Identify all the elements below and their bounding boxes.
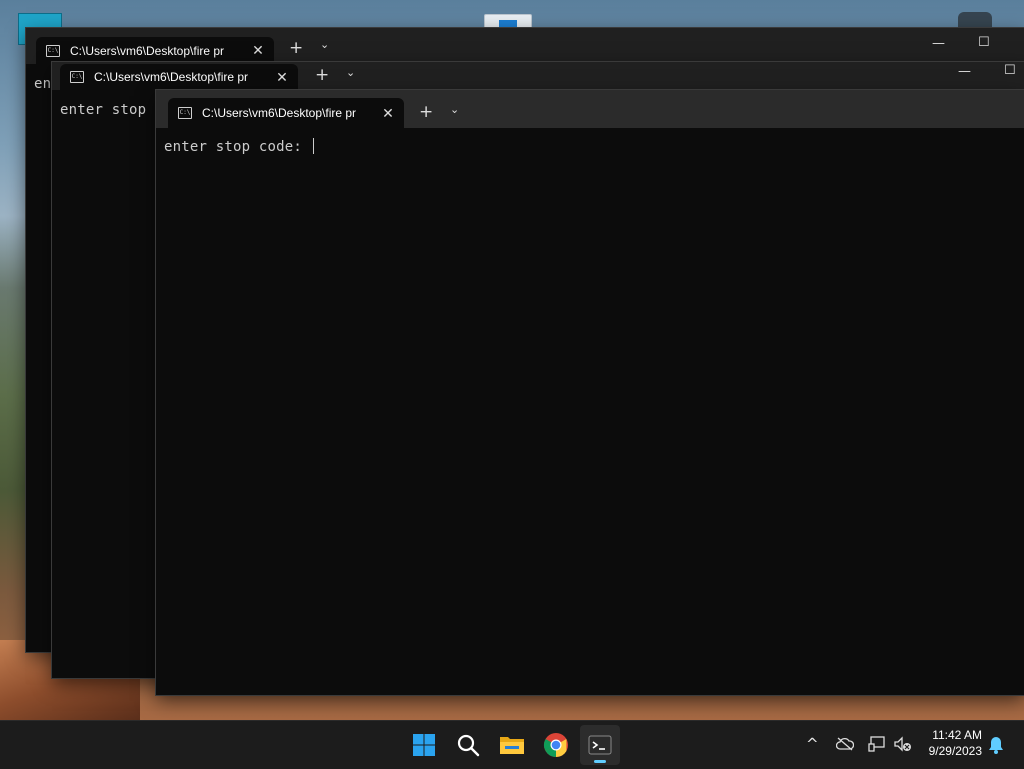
- clock[interactable]: 11:42 AM 9/29/2023: [929, 727, 982, 759]
- terminal-output[interactable]: enter stop: [60, 102, 146, 118]
- onedrive-offline-icon[interactable]: [836, 737, 854, 751]
- maximize-button[interactable]: ☐: [1004, 63, 1016, 78]
- tab[interactable]: C:\ C:\Users\vm6\Desktop\fire pr ✕: [36, 37, 274, 64]
- minimize-button[interactable]: —: [958, 64, 971, 79]
- network-icon[interactable]: [868, 736, 886, 752]
- file-explorer-icon: [500, 737, 524, 754]
- start-button[interactable]: [404, 725, 444, 765]
- tab[interactable]: C:\ C:\Users\vm6\Desktop\fire pr ✕: [60, 64, 298, 90]
- clock-date: 9/29/2023: [928, 744, 982, 758]
- tab-dropdown-button[interactable]: ⌄: [320, 38, 329, 51]
- close-icon[interactable]: ✕: [272, 69, 292, 86]
- show-hidden-icons-button[interactable]: ^: [806, 735, 819, 753]
- new-tab-button[interactable]: +: [289, 38, 303, 58]
- close-icon[interactable]: ✕: [248, 42, 268, 59]
- active-app-indicator: [594, 760, 606, 763]
- tab-title: C:\Users\vm6\Desktop\fire pr: [202, 106, 357, 120]
- terminal-button[interactable]: [580, 725, 620, 765]
- text-caret: [312, 138, 314, 154]
- new-tab-button[interactable]: +: [315, 65, 329, 85]
- cmd-icon: C:\: [70, 71, 84, 83]
- titlebar[interactable]: C:\ C:\Users\vm6\Desktop\fire pr ✕ + ⌄ —…: [52, 62, 1024, 90]
- terminal-icon: [588, 735, 612, 755]
- notification-bell-icon[interactable]: [988, 736, 1004, 754]
- tab-dropdown-button[interactable]: ⌄: [450, 103, 459, 116]
- tab-dropdown-button[interactable]: ⌄: [346, 66, 355, 79]
- tab-title: C:\Users\vm6\Desktop\fire pr: [94, 70, 249, 84]
- new-tab-button[interactable]: +: [419, 102, 433, 122]
- chrome-icon: [543, 733, 568, 757]
- file-explorer-button[interactable]: [492, 725, 532, 765]
- volume-muted-icon[interactable]: [894, 736, 912, 752]
- terminal-window-front[interactable]: C:\ C:\Users\vm6\Desktop\fire pr ✕ + ⌄ e…: [156, 90, 1024, 695]
- tab-title: C:\Users\vm6\Desktop\fire pr: [70, 43, 225, 58]
- search-button[interactable]: [448, 725, 488, 765]
- prompt-text: enter stop code:: [164, 139, 311, 155]
- minimize-button[interactable]: —: [932, 36, 945, 51]
- cmd-icon: C:\: [46, 44, 60, 57]
- search-icon: [457, 734, 480, 757]
- terminal-output[interactable]: enter stop code:: [164, 138, 314, 155]
- taskbar: ^ 11:42 AM 9/29/2023: [0, 720, 1024, 769]
- titlebar[interactable]: C:\ C:\Users\vm6\Desktop\fire pr ✕ + ⌄: [156, 90, 1024, 128]
- cmd-icon: C:\: [178, 107, 192, 119]
- tab-active[interactable]: C:\ C:\Users\vm6\Desktop\fire pr ✕: [168, 98, 404, 128]
- clock-time: 11:42 AM: [932, 728, 982, 742]
- start-icon: [413, 734, 435, 756]
- terminal-output[interactable]: en: [34, 76, 51, 92]
- chrome-button[interactable]: [536, 725, 576, 765]
- close-icon[interactable]: ✕: [378, 105, 398, 122]
- maximize-button[interactable]: ☐: [978, 35, 990, 50]
- titlebar[interactable]: C:\ C:\Users\vm6\Desktop\fire pr ✕ + ⌄ —…: [26, 28, 1024, 64]
